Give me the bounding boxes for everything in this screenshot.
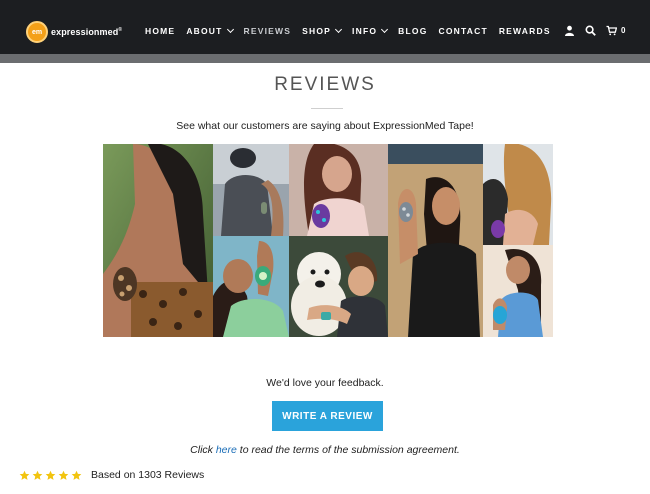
photo-woman-outdoors	[388, 144, 483, 337]
star-icon	[32, 470, 43, 480]
photo-man-with-cap	[213, 144, 289, 236]
nav-item-contact[interactable]: CONTACT	[439, 26, 488, 36]
nav-item-info[interactable]: INFO	[352, 25, 389, 36]
photo-woman-teal-tape	[213, 236, 289, 337]
chevron-down-icon	[226, 25, 234, 34]
photo-woman-long-hair	[483, 144, 553, 245]
photo-girl-blue-tape	[483, 245, 553, 337]
star-icon	[71, 470, 82, 480]
header-icons: 0	[564, 25, 625, 36]
nav-item-rewards[interactable]: REWARDS	[499, 26, 551, 36]
write-review-button[interactable]: WRITE A REVIEW	[272, 401, 383, 431]
user-icon[interactable]	[564, 25, 575, 36]
search-icon[interactable]	[585, 25, 596, 36]
header-divider-bar	[0, 54, 650, 63]
nav-item-blog[interactable]: BLOG	[398, 26, 427, 36]
nav-item-home[interactable]: HOME	[145, 26, 175, 36]
rating-summary[interactable]: Based on 1303 Reviews	[19, 469, 204, 481]
star-icon	[19, 470, 30, 480]
title-divider	[311, 108, 343, 109]
star-rating	[19, 470, 84, 481]
logo-badge: em	[26, 21, 48, 43]
site-header: em expressionmed® HOME ABOUT REVIEWS SHO…	[0, 0, 650, 54]
page-subtitle: See what our customers are saying about …	[176, 120, 474, 132]
nav-item-about[interactable]: ABOUT	[186, 25, 234, 36]
brand-logo[interactable]: em expressionmed®	[26, 21, 122, 43]
logo-wordmark: expressionmed®	[51, 27, 123, 37]
nav-item-reviews[interactable]: REVIEWS	[244, 26, 292, 36]
photo-boy-with-dog	[289, 236, 388, 337]
photo-girl-glitter-tape	[289, 144, 388, 236]
nav-item-shop[interactable]: SHOP	[302, 25, 343, 36]
terms-text: Click here to read the terms of the subm…	[190, 444, 460, 456]
cart-count[interactable]: 0	[621, 26, 625, 35]
cart-icon[interactable]	[606, 25, 617, 36]
page-title: REVIEWS	[274, 74, 376, 95]
chevron-down-icon	[381, 25, 389, 34]
star-icon	[45, 470, 56, 480]
feedback-text: We'd love your feedback.	[266, 377, 384, 389]
photo-woman-leopard-top	[103, 144, 213, 337]
customer-photo-collage	[103, 144, 553, 337]
terms-link[interactable]: here	[216, 444, 237, 456]
chevron-down-icon	[335, 25, 343, 34]
star-icon	[58, 470, 69, 480]
main-nav: HOME ABOUT REVIEWS SHOP INFO BLOG CONTAC…	[145, 25, 562, 36]
rating-count-text: Based on 1303 Reviews	[91, 469, 205, 481]
